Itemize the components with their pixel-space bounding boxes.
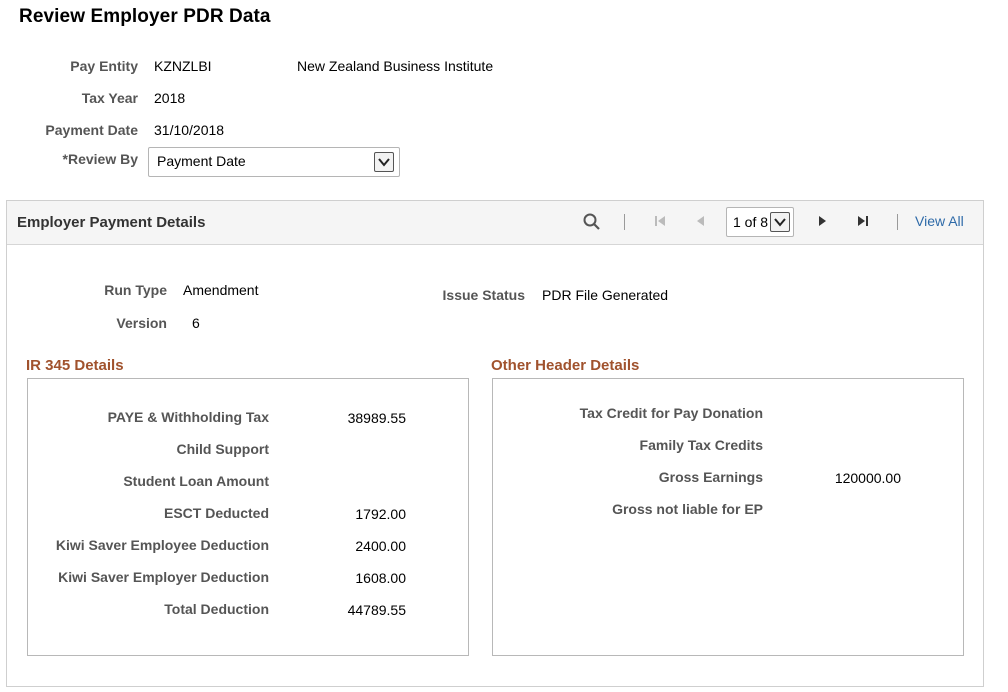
last-page-icon[interactable] [856, 213, 870, 232]
version-value: 6 [192, 315, 200, 331]
run-type-label: Run Type [104, 282, 167, 298]
first-page-icon[interactable] [653, 213, 667, 232]
issue-status-label: Issue Status [442, 287, 525, 303]
review-by-label: *Review By [62, 151, 138, 167]
kiwi-saver-employer-deduction-value: 1608.00 [355, 570, 406, 586]
other-header-details-title: Other Header Details [491, 357, 640, 374]
pay-entity-name: New Zealand Business Institute [297, 58, 494, 74]
payment-date-value: 31/10/2018 [154, 122, 225, 138]
other-header-details-box: Tax Credit for Pay Donation Family Tax C… [492, 378, 964, 656]
run-type-value: Amendment [183, 282, 259, 298]
ir345-details-title: IR 345 Details [26, 357, 124, 374]
child-support-label: Child Support [176, 441, 269, 457]
family-tax-credits-label: Family Tax Credits [639, 437, 763, 453]
review-by-selected-value: Payment Date [157, 153, 246, 169]
pay-entity-label: Pay Entity [70, 58, 138, 74]
gross-earnings-value: 120000.00 [834, 470, 901, 486]
total-deduction-value: 44789.55 [347, 602, 406, 618]
view-all-link[interactable]: View All [915, 213, 964, 229]
chevron-down-icon[interactable] [374, 152, 394, 172]
gross-not-liable-ep-label: Gross not liable for EP [612, 501, 763, 517]
panel-header: Employer Payment Details 1 of 8 View All [7, 201, 983, 245]
tax-credit-pay-donation-label: Tax Credit for Pay Donation [579, 405, 763, 421]
paye-withholding-tax-label: PAYE & Withholding Tax [107, 409, 269, 425]
page-title: Review Employer PDR Data [19, 6, 271, 27]
previous-icon[interactable] [694, 213, 706, 232]
separator [624, 214, 625, 230]
search-icon[interactable] [583, 213, 601, 234]
student-loan-amount-label: Student Loan Amount [123, 473, 269, 489]
payment-date-label: Payment Date [45, 122, 138, 138]
gross-earnings-label: Gross Earnings [658, 469, 763, 485]
kiwi-saver-employee-deduction-value: 2400.00 [355, 538, 406, 554]
row-pager-select[interactable]: 1 of 8 [726, 207, 794, 237]
next-icon[interactable] [817, 213, 829, 232]
esct-deducted-value: 1792.00 [355, 506, 406, 522]
employer-payment-details-panel: Employer Payment Details 1 of 8 View All… [6, 200, 984, 687]
pager-value: 1 of 8 [733, 214, 769, 230]
pay-entity-code: KZNZLBI [154, 58, 212, 74]
issue-status-value: PDR File Generated [542, 287, 669, 303]
esct-deducted-label: ESCT Deducted [163, 505, 269, 521]
version-label: Version [116, 315, 167, 331]
kiwi-saver-employee-deduction-label: Kiwi Saver Employee Deduction [55, 537, 269, 553]
tax-year-label: Tax Year [81, 90, 138, 106]
paye-withholding-tax-value: 38989.55 [347, 410, 406, 426]
ir345-details-box: PAYE & Withholding Tax 38989.55 Child Su… [27, 378, 469, 656]
panel-title: Employer Payment Details [17, 214, 206, 231]
review-by-select[interactable]: Payment Date [148, 147, 400, 177]
total-deduction-label: Total Deduction [164, 601, 269, 617]
kiwi-saver-employer-deduction-label: Kiwi Saver Employer Deduction [58, 569, 269, 585]
chevron-down-icon[interactable] [770, 212, 790, 232]
tax-year-value: 2018 [154, 90, 186, 106]
separator [897, 214, 898, 230]
